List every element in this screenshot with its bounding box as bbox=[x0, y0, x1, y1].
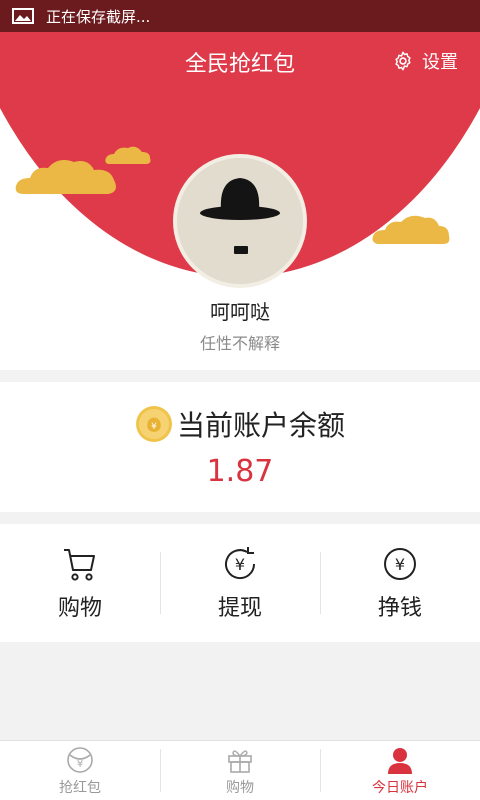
profile-header: 全民抢红包 设置 呵呵哒 任性不解释 bbox=[0, 32, 480, 370]
bowler-hat-avatar-icon bbox=[177, 158, 303, 284]
user-icon bbox=[388, 747, 412, 774]
cloud-decoration bbox=[105, 146, 151, 164]
coin-bag-icon: ¥ bbox=[135, 406, 172, 442]
cart-icon bbox=[64, 549, 95, 581]
shop-button[interactable]: 购物 bbox=[0, 524, 160, 642]
shop-label: 购物 bbox=[57, 596, 102, 621]
svg-text:¥: ¥ bbox=[77, 759, 83, 770]
yuan-envelope-icon: ¥ bbox=[67, 746, 93, 773]
balance-heading: ¥ 当前账户余额 bbox=[0, 404, 480, 444]
status-bar: 正在保存截屏... bbox=[0, 0, 480, 32]
nav-label: 抢红包 bbox=[59, 779, 101, 796]
nav-label: 今日账户 bbox=[372, 779, 428, 796]
action-row: 购物 ¥ 提现 ¥ 挣钱 bbox=[0, 524, 480, 642]
gift-icon bbox=[228, 749, 252, 773]
image-icon bbox=[12, 8, 34, 24]
nav-label: 购物 bbox=[226, 779, 254, 796]
user-signature: 任性不解释 bbox=[199, 334, 280, 353]
svg-text:¥: ¥ bbox=[395, 555, 405, 574]
settings-label: 设置 bbox=[422, 52, 458, 73]
yuan-refresh-icon: ¥ bbox=[225, 547, 256, 580]
settings-button[interactable]: 设置 bbox=[392, 48, 458, 74]
balance-card: ¥ 当前账户余额 1.87 bbox=[0, 382, 480, 512]
nav-grab-red-packet[interactable]: ¥ 抢红包 bbox=[0, 741, 160, 800]
avatar[interactable] bbox=[173, 154, 307, 288]
earn-label: 挣钱 bbox=[377, 596, 422, 621]
status-text: 正在保存截屏... bbox=[46, 7, 151, 26]
cloud-decoration bbox=[372, 215, 450, 244]
svg-text:¥: ¥ bbox=[151, 422, 157, 432]
nav-today-account[interactable]: 今日账户 bbox=[320, 741, 480, 800]
balance-title: 当前账户余额 bbox=[176, 409, 345, 442]
bottom-nav: ¥ 抢红包 购物 今日账户 bbox=[0, 740, 480, 800]
withdraw-label: 提现 bbox=[217, 596, 262, 621]
earn-button[interactable]: ¥ 挣钱 bbox=[320, 524, 480, 642]
withdraw-button[interactable]: ¥ 提现 bbox=[160, 524, 320, 642]
gear-icon bbox=[395, 51, 411, 71]
nav-shopping[interactable]: 购物 bbox=[160, 741, 320, 800]
svg-text:¥: ¥ bbox=[235, 555, 245, 574]
yuan-circle-icon: ¥ bbox=[384, 548, 416, 580]
balance-value: 1.87 bbox=[206, 454, 274, 489]
username: 呵呵哒 bbox=[210, 300, 270, 324]
